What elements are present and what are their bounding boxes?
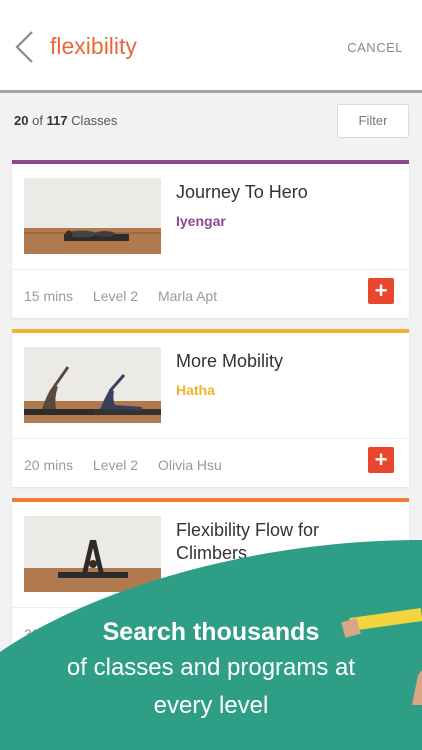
class-thumbnail: [24, 178, 161, 254]
page-title: flexibility: [50, 33, 137, 59]
class-title: More Mobility: [176, 351, 284, 371]
class-teacher: Olivia Hsu: [157, 457, 222, 473]
cancel-button[interactable]: CANCEL: [347, 40, 403, 55]
chevron-left-icon[interactable]: [12, 30, 36, 64]
add-class-button[interactable]: +: [368, 447, 394, 473]
classes-unit: Classes: [71, 113, 118, 128]
total-count: 117: [46, 113, 68, 128]
class-level: Level 2: [92, 457, 139, 473]
class-title: Flexibility Flow for Climbers: [176, 520, 320, 563]
class-duration: 15 mins: [24, 288, 74, 304]
promo-subline: of classes and programs at: [66, 654, 356, 681]
plus-icon: +: [374, 447, 388, 472]
class-thumbnail: [24, 516, 161, 592]
class-card[interactable]: More Mobility Hatha 20 mins Level 2 Oliv…: [12, 329, 409, 487]
class-meta: 20 mins Level 2 Olivia Hsu: [24, 457, 238, 473]
class-teacher: Marla Apt: [157, 288, 218, 304]
promo-subline: every level: [153, 692, 269, 719]
class-title: Journey To Hero: [176, 182, 308, 202]
promo-headline: Search thousands: [102, 618, 320, 646]
divider: [12, 438, 409, 439]
class-thumbnail: [24, 347, 161, 423]
class-style: Iyengar: [176, 213, 226, 229]
results-count: 20 of 117 Classes: [14, 113, 117, 128]
promo-text: Search thousands of classes and programs…: [0, 615, 422, 725]
add-class-button[interactable]: +: [368, 278, 394, 304]
divider: [12, 607, 409, 608]
class-meta: 15 mins Level 2 Marla Apt: [24, 288, 233, 304]
of-text: of: [32, 113, 43, 128]
shown-count: 20: [14, 113, 29, 128]
filter-button[interactable]: Filter: [337, 104, 409, 138]
plus-icon: +: [374, 278, 388, 303]
class-style: Hatha: [176, 382, 215, 398]
top-bar: flexibility CANCEL: [0, 0, 422, 93]
divider: [12, 269, 409, 270]
class-card[interactable]: Journey To Hero Iyengar 15 mins Level 2 …: [12, 160, 409, 318]
class-level: Level 2: [92, 288, 139, 304]
class-duration: 20 mins: [24, 457, 74, 473]
